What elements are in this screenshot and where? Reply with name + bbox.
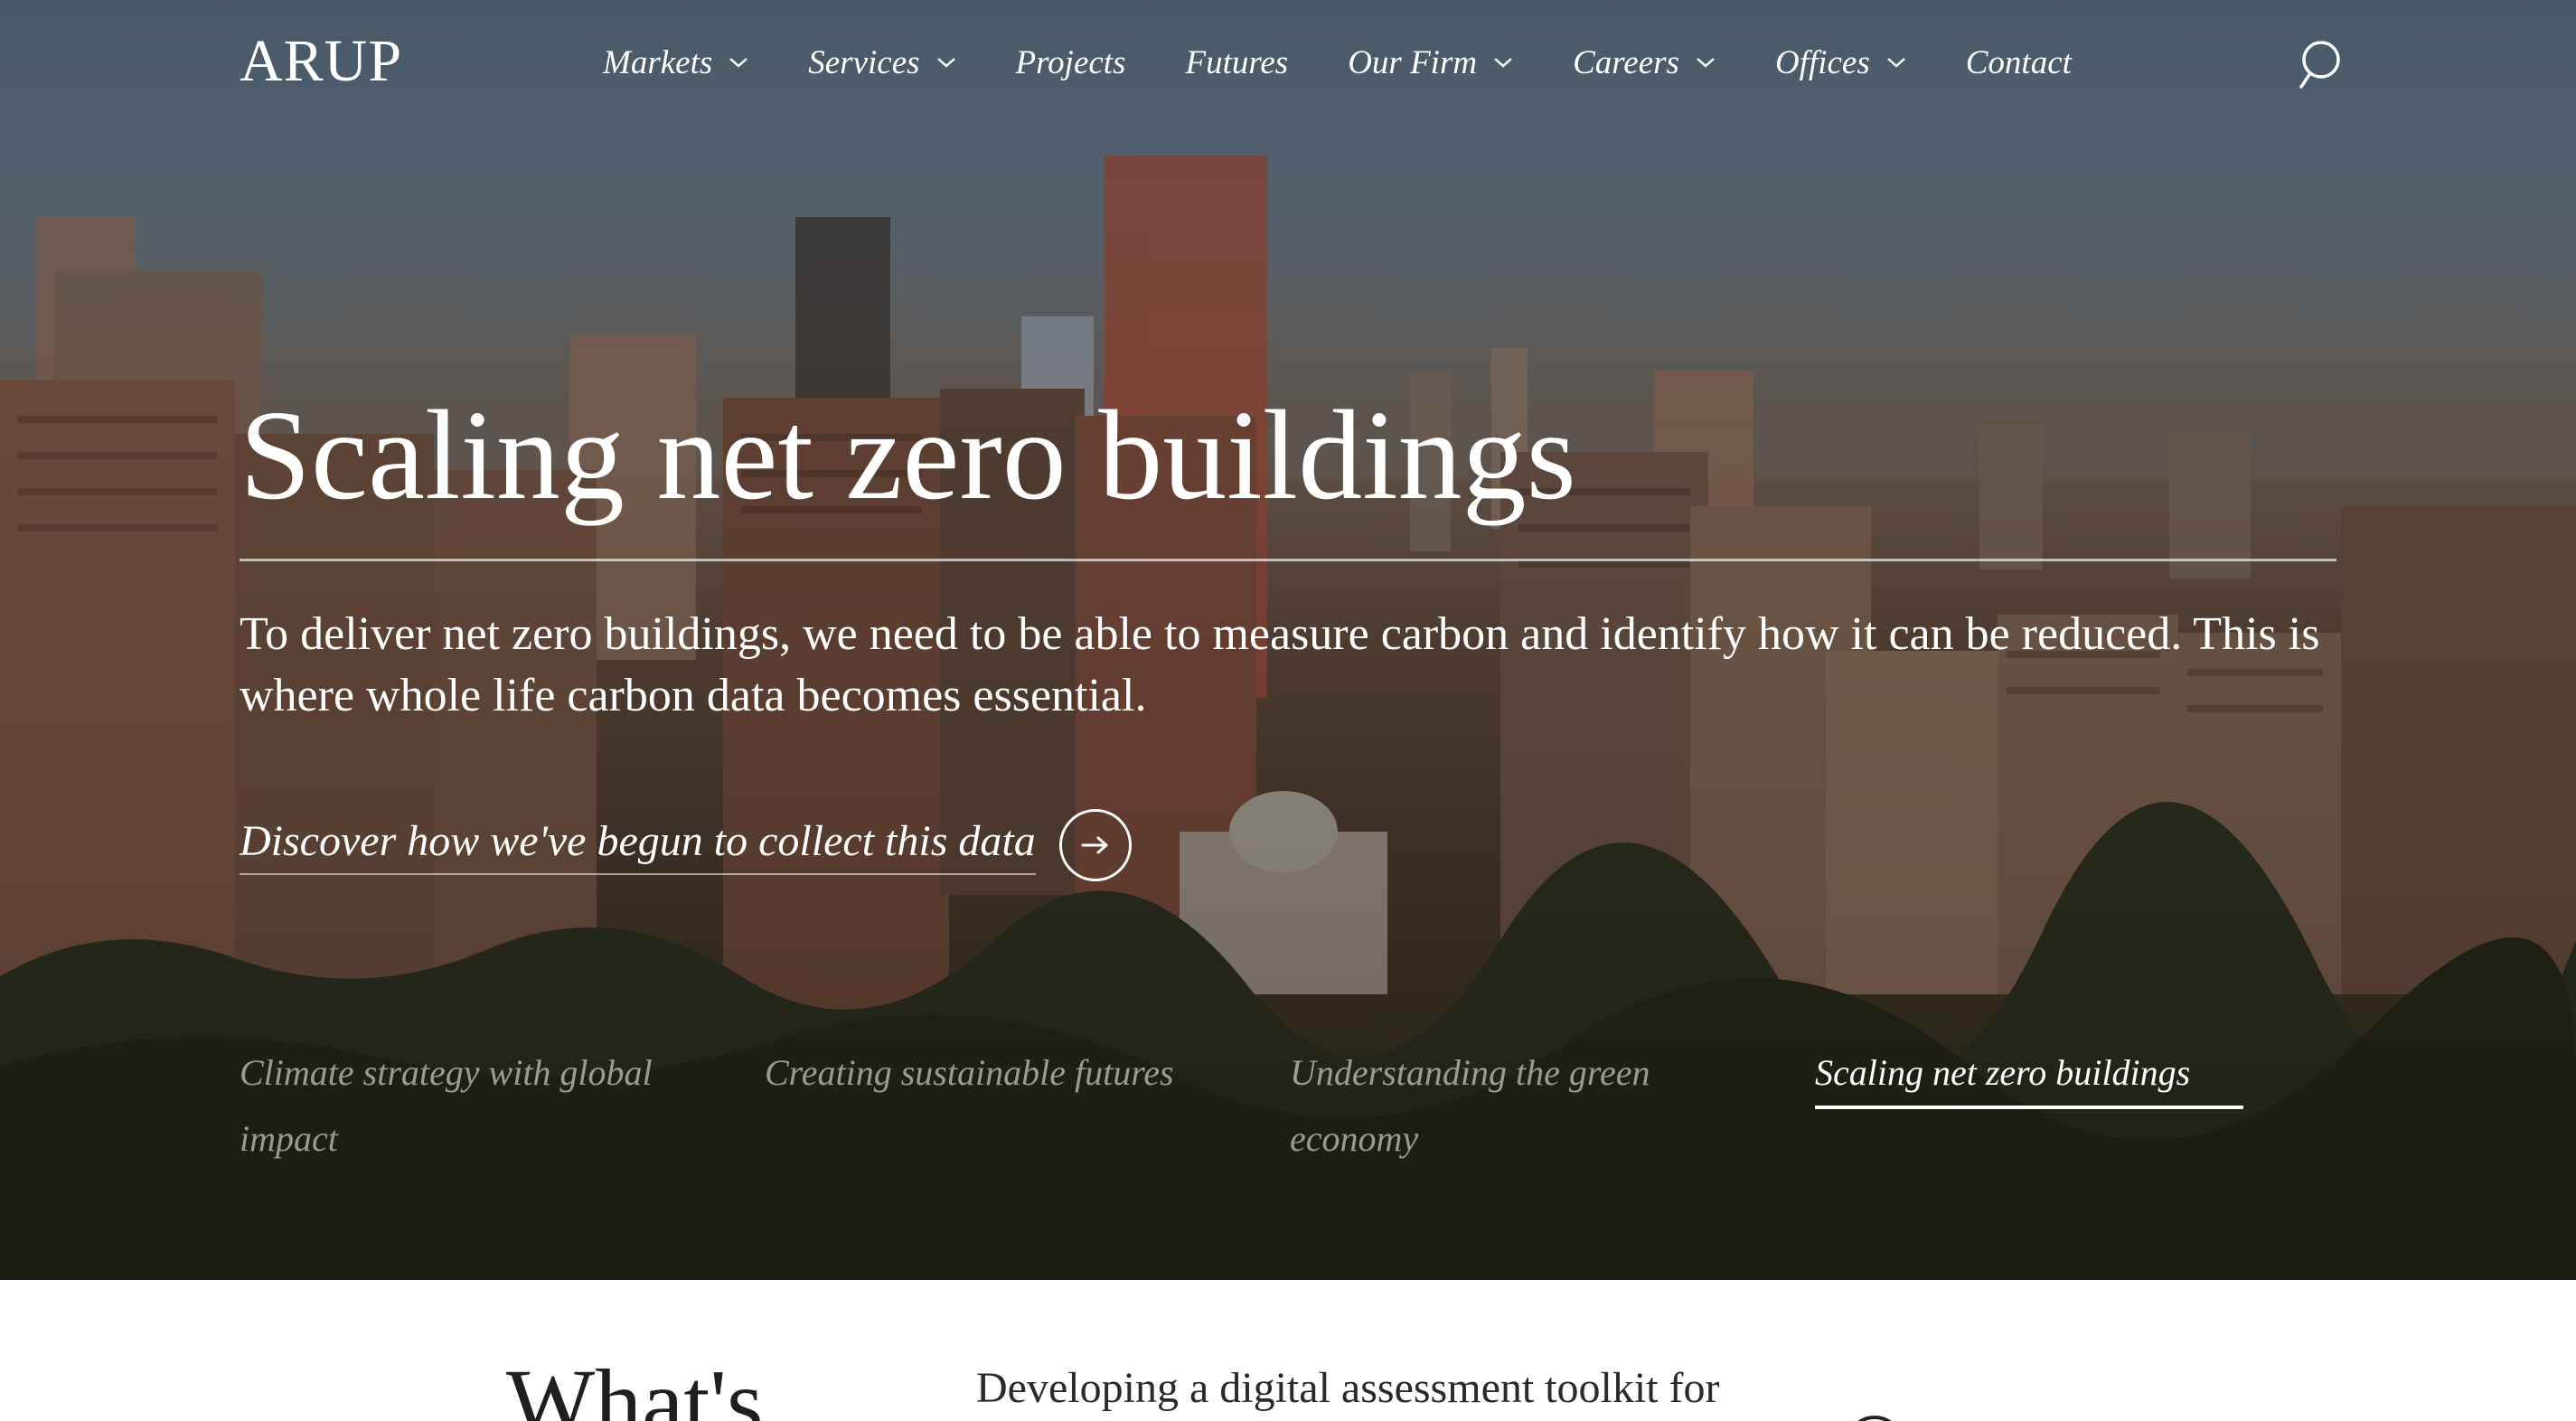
chevron-down-icon	[1886, 58, 1905, 68]
whats-new-section: What's Developing a digital assessment t…	[0, 1280, 2576, 1421]
section-heading: What's	[506, 1350, 764, 1421]
nav-label: Futures	[1185, 43, 1289, 81]
tab-sustainable-futures[interactable]: Creating sustainable futures	[765, 1040, 1235, 1106]
circle-icon	[1846, 1416, 1904, 1421]
story-tabs: Climate strategy with global impact Crea…	[240, 1040, 2355, 1166]
chevron-down-icon	[1494, 58, 1512, 68]
nav-label: Contact	[1965, 43, 2072, 81]
nav-label: Projects	[1015, 43, 1126, 81]
hero-section: ARUP Markets Services Projects Futures O…	[0, 0, 2576, 1280]
tab-net-zero-buildings[interactable]: Scaling net zero buildings	[1815, 1040, 2321, 1109]
nav-label: Our Firm	[1348, 43, 1478, 81]
nav-item-projects[interactable]: Projects	[1016, 43, 1126, 82]
nav-item-services[interactable]: Services	[808, 43, 955, 82]
nav-label: Services	[808, 43, 920, 81]
arup-logo[interactable]: ARUP	[240, 27, 402, 96]
nav-label: Markets	[603, 43, 713, 81]
nav-label: Offices	[1774, 43, 1870, 81]
teaser-link[interactable]: Developing a digital assessment toolkit …	[976, 1363, 1720, 1413]
hero-title: Scaling net zero buildings	[240, 383, 1576, 526]
nav-item-markets[interactable]: Markets	[603, 43, 748, 82]
tab-green-economy[interactable]: Understanding the green economy	[1290, 1040, 1715, 1172]
tab-climate-strategy[interactable]: Climate strategy with global impact	[240, 1040, 700, 1172]
cta-arrow-button[interactable]	[1058, 809, 1132, 881]
hero-divider	[240, 559, 2336, 561]
nav-item-careers[interactable]: Careers	[1573, 43, 1716, 82]
arrow-right-icon	[1081, 836, 1108, 854]
chevron-down-icon	[1697, 58, 1715, 68]
chevron-down-icon	[936, 58, 955, 68]
site-header: ARUP Markets Services Projects Futures O…	[0, 0, 2576, 127]
search-icon[interactable]	[2294, 36, 2345, 92]
main-nav: Markets Services Projects Futures Our Fi…	[603, 40, 2131, 85]
chevron-down-icon	[729, 58, 748, 68]
nav-item-offices[interactable]: Offices	[1775, 43, 1906, 82]
discover-cta-link[interactable]: Discover how we've begun to collect this…	[240, 809, 1132, 881]
nav-label: Careers	[1573, 43, 1679, 81]
hero-description: To deliver net zero buildings, we need t…	[240, 608, 2320, 721]
nav-item-our-firm[interactable]: Our Firm	[1348, 43, 1513, 82]
nav-item-contact[interactable]: Contact	[1966, 43, 2072, 82]
cta-label: Discover how we've begun to collect this…	[240, 816, 1036, 875]
nav-item-futures[interactable]: Futures	[1185, 43, 1288, 82]
